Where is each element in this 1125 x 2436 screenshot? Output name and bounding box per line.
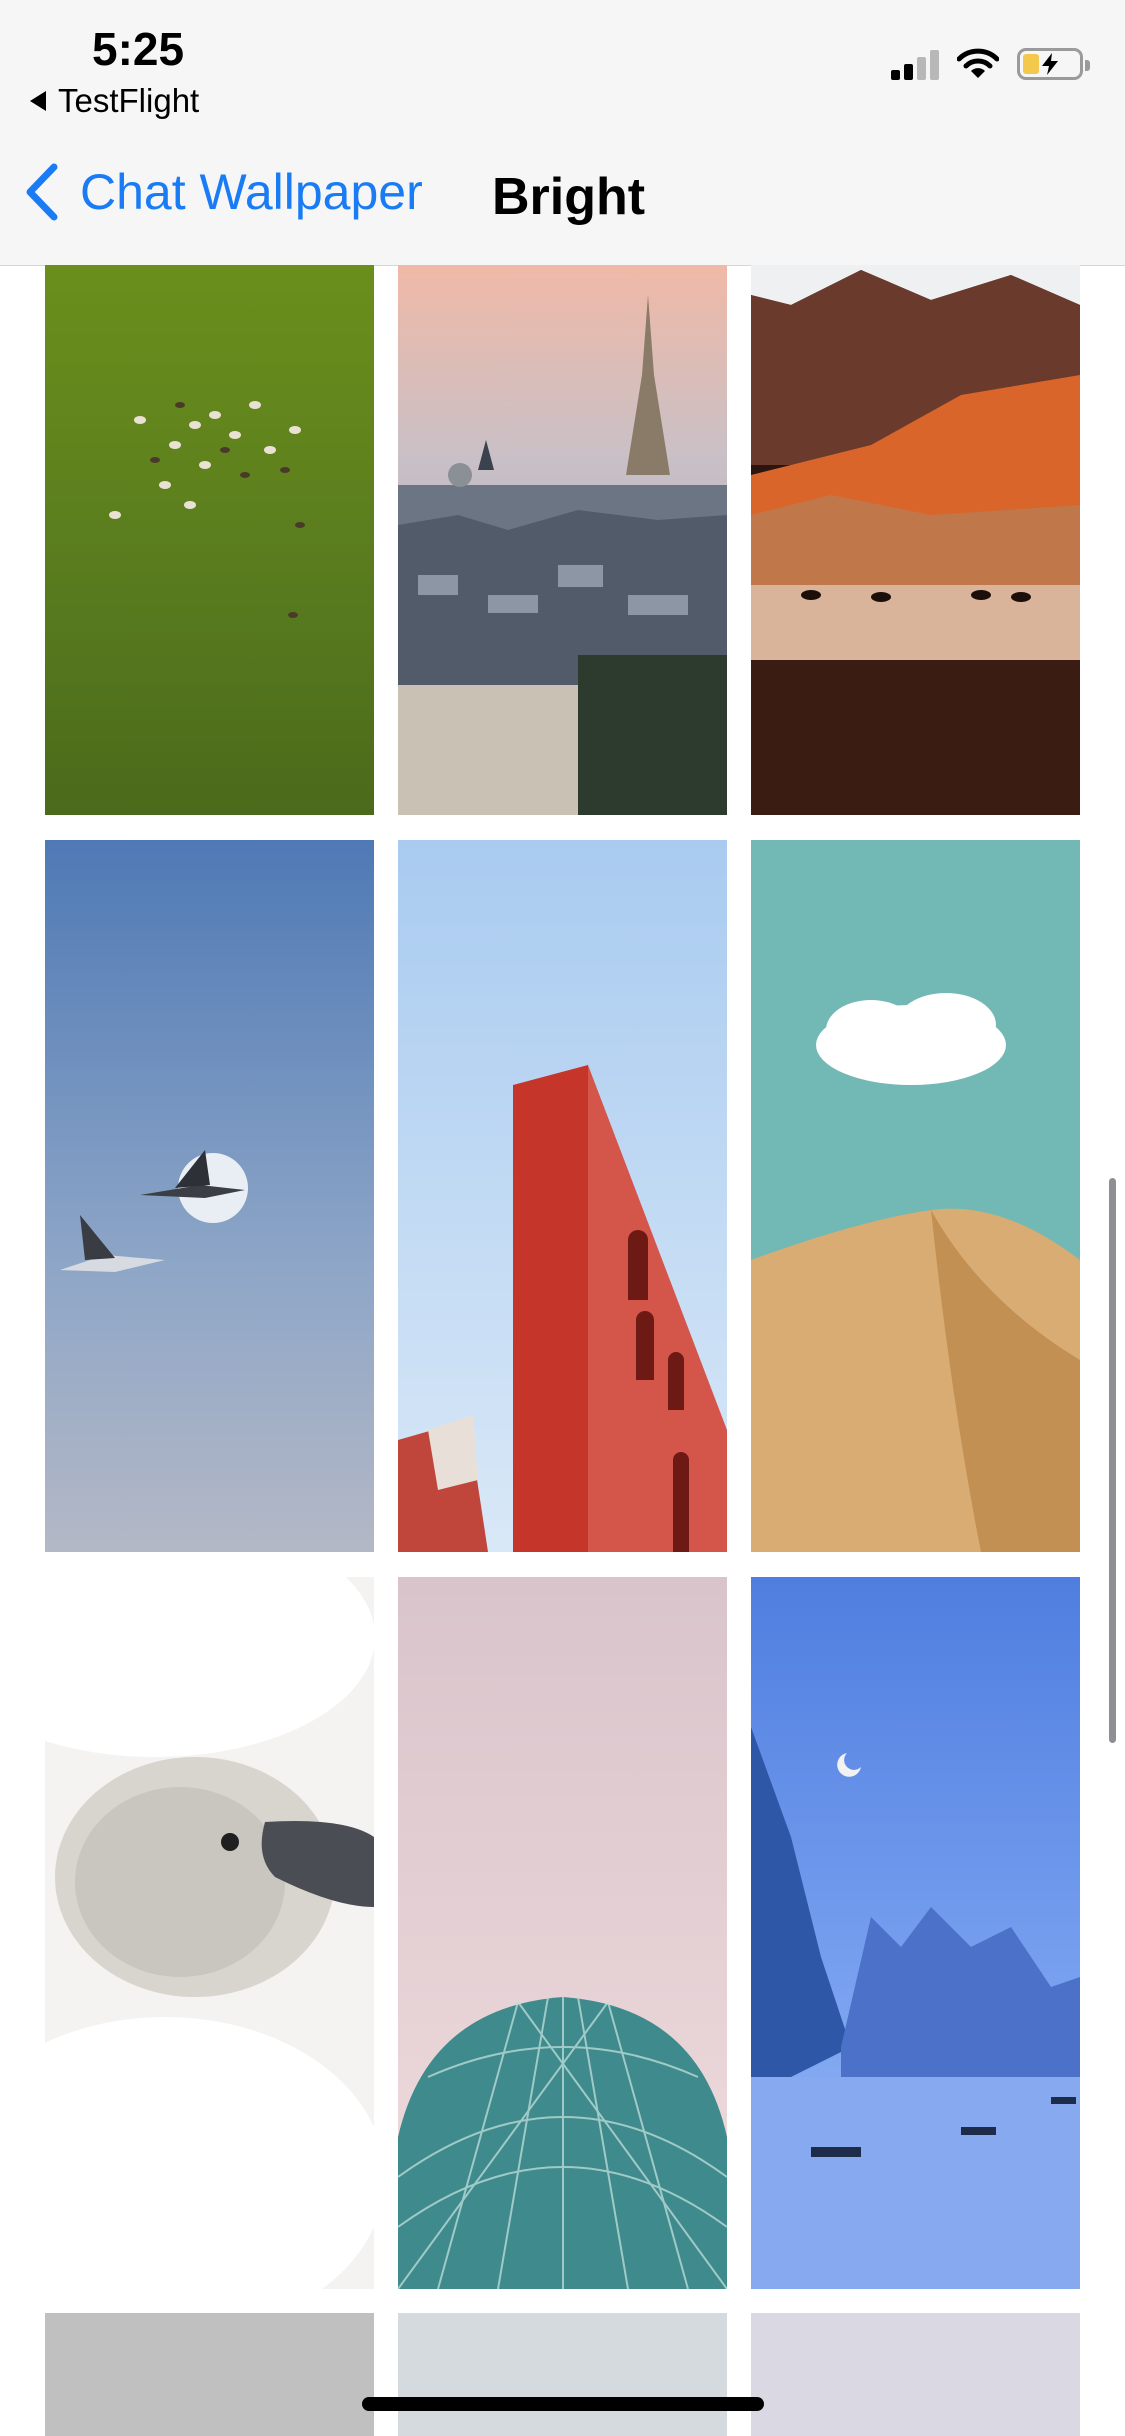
chevron-left-icon xyxy=(26,163,58,221)
back-button[interactable]: Chat Wallpaper xyxy=(24,163,423,221)
home-indicator[interactable] xyxy=(362,2397,764,2411)
scrollbar[interactable] xyxy=(1109,1178,1116,1743)
status-bar: 5:25 TestFlight xyxy=(0,0,1125,135)
back-app-label: TestFlight xyxy=(58,82,200,119)
wallpaper-tile-lavender-placeholder[interactable] xyxy=(751,2313,1080,2436)
wifi-icon xyxy=(957,48,999,78)
wallpaper-tile-light-placeholder[interactable] xyxy=(398,2313,727,2436)
wallpaper-tile-glass-dome[interactable] xyxy=(398,1577,727,2289)
wallpaper-tile-paris-eiffel-tower[interactable] xyxy=(398,265,727,815)
wallpaper-tile-cranes-moon[interactable] xyxy=(45,840,374,1552)
status-time: 5:25 xyxy=(92,23,185,75)
wallpaper-tile-mountain-yaks[interactable] xyxy=(751,265,1080,815)
cellular-signal-icon xyxy=(891,48,939,80)
wallpaper-tile-cygnet[interactable] xyxy=(45,1577,374,2289)
wallpaper-tile-green-field-animals[interactable] xyxy=(45,265,374,815)
status-icons xyxy=(891,48,1090,80)
wallpaper-tile-blue-karst-river[interactable] xyxy=(751,1577,1080,2289)
wallpaper-tile-red-tower[interactable] xyxy=(398,840,727,1552)
battery-charging-icon xyxy=(1017,48,1090,80)
back-to-app-link[interactable]: TestFlight xyxy=(30,82,199,120)
back-button-label: Chat Wallpaper xyxy=(80,164,423,220)
back-triangle-icon xyxy=(30,91,46,111)
navigation-bar: Chat Wallpaper Bright xyxy=(0,135,1125,266)
wallpaper-tile-cloud-desert[interactable] xyxy=(751,840,1080,1552)
wallpaper-tile-gray-placeholder[interactable] xyxy=(45,2313,374,2436)
wallpaper-grid xyxy=(0,265,1125,2436)
page-title: Bright xyxy=(492,168,646,226)
